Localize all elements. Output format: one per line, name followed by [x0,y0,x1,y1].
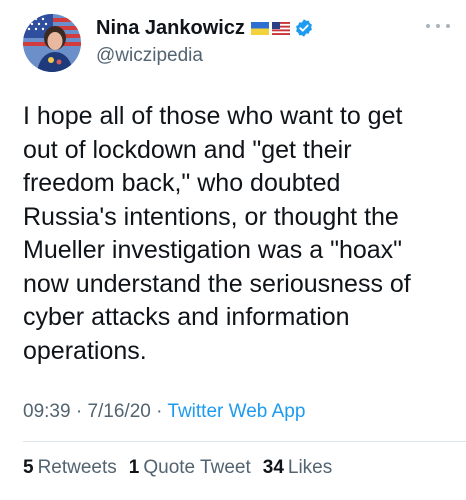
tweet-text: I hope all of those who want to get out … [23,100,453,368]
tweet-text-line: operations. [23,336,147,365]
tweet-text-line: Mueller investigation was a "hoax" [23,236,403,264]
retweets-stat[interactable]: 5 Retweets [23,456,117,480]
flags [250,21,290,35]
tweet-date[interactable]: 7/16/20 [87,401,150,422]
quote-tweets-count: 1 [128,457,140,478]
tweet-metadata: 09:39 · 7/16/20 · Twitter Web App [23,400,305,424]
retweets-label: Retweets [37,457,117,478]
tweet: Nina Jankowicz @wiczipedia I hope all of… [0,0,466,500]
meta-separator: · [150,401,168,422]
likes-label: Likes [287,457,333,478]
more-options-icon[interactable] [426,18,450,34]
tweet-text-line: I hope all of those who want to get [23,102,403,130]
tweet-text-line: out of lockdown and "get their [23,135,352,164]
tweet-text-line: freedom back," who doubted [23,169,341,197]
display-name-row: Nina Jankowicz [96,15,314,41]
meta-separator: · [70,401,88,422]
likes-stat[interactable]: 34 Likes [263,456,333,480]
divider [23,441,466,442]
tweet-text-line: cyber attacks and information [23,303,350,331]
quote-tweets-stat[interactable]: 1 Quote Tweet [129,456,251,480]
user-handle[interactable]: @wiczipedia [96,44,203,68]
tweet-text-line: now understand the seriousness of [23,269,411,298]
tweet-text-line: Russia's intentions, or thought the [23,202,399,231]
quote-tweets-label: Quote Tweet [143,457,251,478]
display-name[interactable]: Nina Jankowicz [96,15,245,41]
us-flag-icon [271,21,290,35]
retweets-count: 5 [23,457,34,478]
ukraine-flag-icon [250,21,269,35]
avatar-image [23,14,81,72]
tweet-time[interactable]: 09:39 [23,401,71,422]
avatar[interactable] [23,14,81,72]
likes-count: 34 [262,457,284,478]
tweet-source-link[interactable]: Twitter Web App [167,401,305,422]
engagement-stats: 5 Retweets 1 Quote Tweet 34 Likes [23,456,332,480]
verified-badge-icon [294,18,314,38]
